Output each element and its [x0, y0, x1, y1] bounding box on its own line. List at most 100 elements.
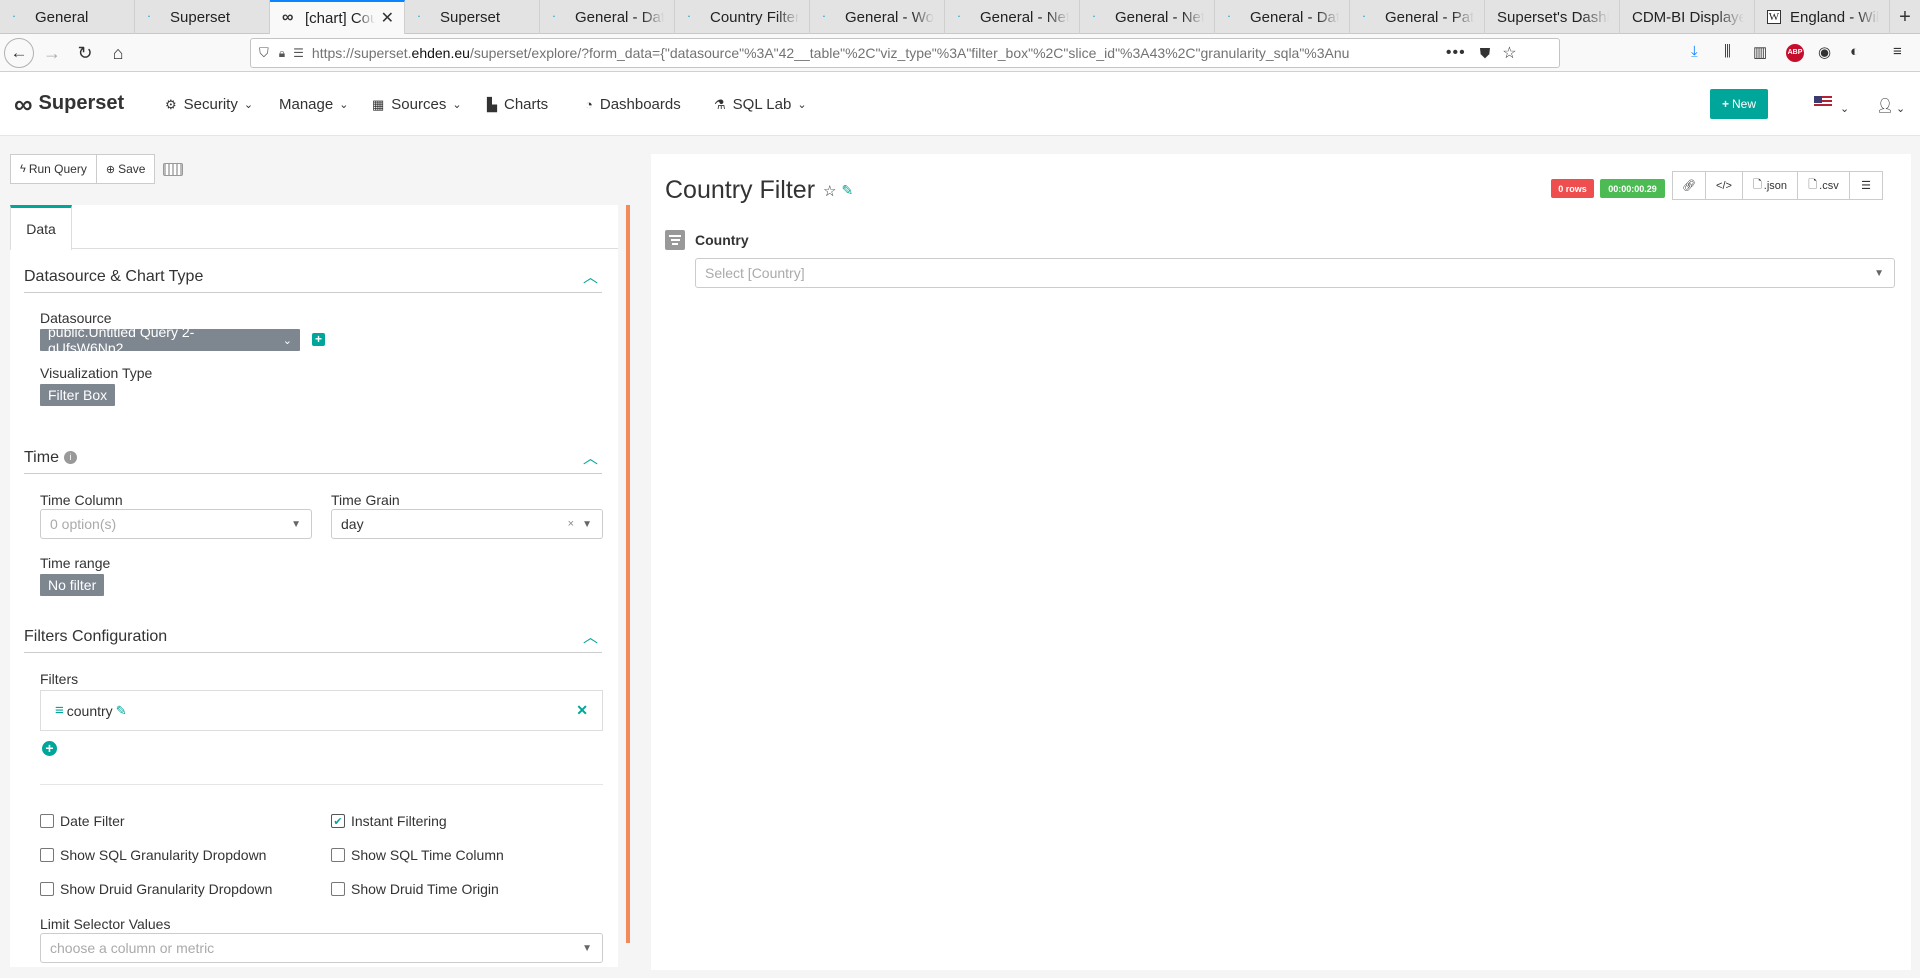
new-button[interactable]: + New: [1710, 89, 1768, 119]
bookmark-star-icon[interactable]: ☆: [1502, 43, 1516, 63]
browser-tab[interactable]: ⠂ General - Network: [1080, 0, 1215, 34]
checkbox-box[interactable]: [40, 882, 54, 896]
chart-title-text[interactable]: Country Filter: [665, 176, 815, 205]
brand[interactable]: ∞ Superset: [14, 91, 124, 117]
chevron-up-icon[interactable]: ︿: [583, 626, 598, 647]
browser-tab[interactable]: ⠂ Country Filter: [675, 0, 810, 34]
filter-item[interactable]: ≡ country ✎ ✕: [40, 690, 603, 731]
checkmark-icon[interactable]: ✔: [331, 814, 345, 828]
section-header[interactable]: Filters Configuration ︿: [24, 621, 602, 653]
lock-icon[interactable]: 🔒︎: [279, 46, 285, 61]
chevron-down-icon: ⌄: [282, 334, 292, 347]
menu-sources[interactable]: ▦ Sources ⌄: [372, 96, 462, 113]
browser-tab-active[interactable]: ∞ [chart] Country Filter ✕: [270, 0, 405, 34]
sql-time-column-checkbox[interactable]: Show SQL Time Column: [331, 847, 504, 863]
run-query-button[interactable]: ϟ Run Query: [10, 154, 97, 184]
info-icon[interactable]: i: [63, 450, 77, 464]
menu-manage[interactable]: Manage ⌄: [279, 96, 348, 113]
extension-icon[interactable]: ◐: [1850, 43, 1859, 60]
add-filter-icon[interactable]: +: [42, 741, 57, 756]
section-header[interactable]: Datasource & Chart Type ︿: [24, 261, 602, 293]
edit-icon[interactable]: ✎: [842, 182, 854, 199]
keyboard-icon[interactable]: [163, 163, 184, 176]
browser-tab[interactable]: ⠂ General: [0, 0, 135, 34]
browser-tab[interactable]: ⠂ General - Data: [540, 0, 675, 34]
druid-time-origin-checkbox[interactable]: Show Druid Time Origin: [331, 881, 499, 897]
embed-code-button[interactable]: </>: [1706, 171, 1743, 200]
close-tab-icon[interactable]: ✕: [381, 8, 394, 28]
tab-data[interactable]: Data: [10, 205, 72, 250]
browser-tab[interactable]: ⠂ General - Network: [945, 0, 1080, 34]
query-time-badge: 00:00:00.29: [1600, 179, 1665, 198]
checkbox-box[interactable]: [331, 882, 345, 896]
checkbox-box[interactable]: [331, 848, 345, 862]
chevron-up-icon[interactable]: ︿: [583, 266, 598, 287]
export-json-button[interactable]: 🗋︎ .json: [1743, 171, 1798, 200]
download-icon[interactable]: ⤓: [1691, 43, 1698, 60]
edit-icon[interactable]: ✎: [116, 703, 127, 719]
sidebar-icon[interactable]: ▥: [1753, 43, 1767, 61]
browser-tab[interactable]: W England - Wikipedia: [1755, 0, 1890, 34]
menu-security[interactable]: ⚙ Security ⌄: [165, 96, 253, 113]
export-csv-button[interactable]: 🗋︎ .csv: [1798, 171, 1850, 200]
chevron-up-icon[interactable]: ︿: [583, 447, 598, 468]
adblock-plus-icon[interactable]: ABP: [1786, 44, 1804, 62]
section-header[interactable]: Time i ︿: [24, 442, 602, 474]
add-datasource-icon[interactable]: +: [312, 333, 325, 346]
user-icon[interactable]: 👤︎: [1876, 97, 1894, 114]
home-button[interactable]: ⌂: [103, 38, 133, 68]
country-select[interactable]: Select [Country] ▼: [695, 258, 1895, 288]
tab-title: General: [35, 8, 89, 26]
drag-handle-icon[interactable]: ≡: [55, 702, 64, 719]
time-column-select[interactable]: 0 option(s) ▼: [40, 509, 312, 539]
favorite-star-icon[interactable]: ☆: [823, 182, 836, 200]
instant-filtering-checkbox[interactable]: ✔ Instant Filtering: [331, 813, 447, 829]
more-actions-button[interactable]: ☰: [1850, 171, 1883, 200]
account-icon[interactable]: ◉: [1818, 43, 1831, 61]
druid-granularity-checkbox[interactable]: Show Druid Granularity Dropdown: [40, 881, 272, 897]
library-icon[interactable]: ⫼: [1724, 43, 1731, 60]
forward-button[interactable]: →: [37, 38, 67, 68]
new-tab-button[interactable]: +: [1890, 0, 1920, 34]
remove-filter-icon[interactable]: ✕: [576, 702, 588, 719]
query-toolbar: ϟ Run Query ⊕ Save: [10, 154, 184, 184]
datasource-select[interactable]: public.Untitled Query 2-gUfsW6Np2 ⌄: [40, 324, 300, 356]
checkbox-box[interactable]: [40, 848, 54, 862]
browser-tab[interactable]: ⠂ Superset: [135, 0, 270, 34]
browser-tab[interactable]: ⠂ General - Patient: [1350, 0, 1485, 34]
country-filter-label: Country: [695, 232, 749, 248]
shield-icon[interactable]: ⛉: [259, 45, 269, 61]
clear-icon[interactable]: ×: [568, 518, 574, 530]
save-button[interactable]: ⊕ Save: [96, 154, 156, 184]
url-text[interactable]: https://superset.ehden.eu/superset/explo…: [312, 45, 1432, 61]
link-button[interactable]: 🔗︎: [1672, 171, 1706, 200]
chevron-down-icon[interactable]: ⌄: [1840, 102, 1849, 115]
time-grain-select[interactable]: day × ▼: [331, 509, 603, 539]
hamburger-menu-icon[interactable]: ≡: [1893, 43, 1902, 60]
browser-tab[interactable]: ⠂ General - Data: [1215, 0, 1350, 34]
time-range-select[interactable]: No filter: [40, 574, 105, 596]
pocket-icon[interactable]: ⛊: [1480, 45, 1491, 62]
browser-tab[interactable]: Superset's Dashboard: [1485, 0, 1620, 34]
chevron-down-icon[interactable]: ⌄: [1896, 102, 1905, 115]
menu-charts[interactable]: ▙ Charts: [487, 96, 548, 113]
menu-dashboards[interactable]: ◔ Dashboards: [585, 96, 681, 113]
permissions-icon[interactable]: ☰: [293, 46, 304, 60]
back-button[interactable]: ←: [4, 38, 34, 68]
sql-granularity-checkbox[interactable]: Show SQL Granularity Dropdown: [40, 847, 266, 863]
browser-tab[interactable]: CDM-BI Displayer: [1620, 0, 1755, 34]
page-actions-icon[interactable]: •••: [1446, 44, 1466, 62]
date-filter-checkbox[interactable]: Date Filter: [40, 813, 125, 829]
limit-selector-select[interactable]: choose a column or metric ▼: [40, 933, 603, 963]
us-flag-icon[interactable]: [1814, 96, 1832, 108]
panel-scrollbar[interactable]: [626, 205, 630, 943]
viz-type-select[interactable]: Filter Box: [40, 384, 116, 406]
checkbox-box[interactable]: [40, 814, 54, 828]
menu-sql-lab[interactable]: ⚗ SQL Lab ⌄: [714, 96, 807, 113]
browser-tab[interactable]: ⠂ General - World: [810, 0, 945, 34]
address-bar[interactable]: ⛉ 🔒︎ ☰ https://superset.ehden.eu/superse…: [250, 38, 1560, 68]
browser-tab[interactable]: ⠂ Superset: [405, 0, 540, 34]
reload-button[interactable]: ↻: [70, 38, 100, 68]
limit-selector-label: Limit Selector Values: [40, 916, 171, 932]
file-icon: 🗋︎: [1808, 179, 1818, 191]
